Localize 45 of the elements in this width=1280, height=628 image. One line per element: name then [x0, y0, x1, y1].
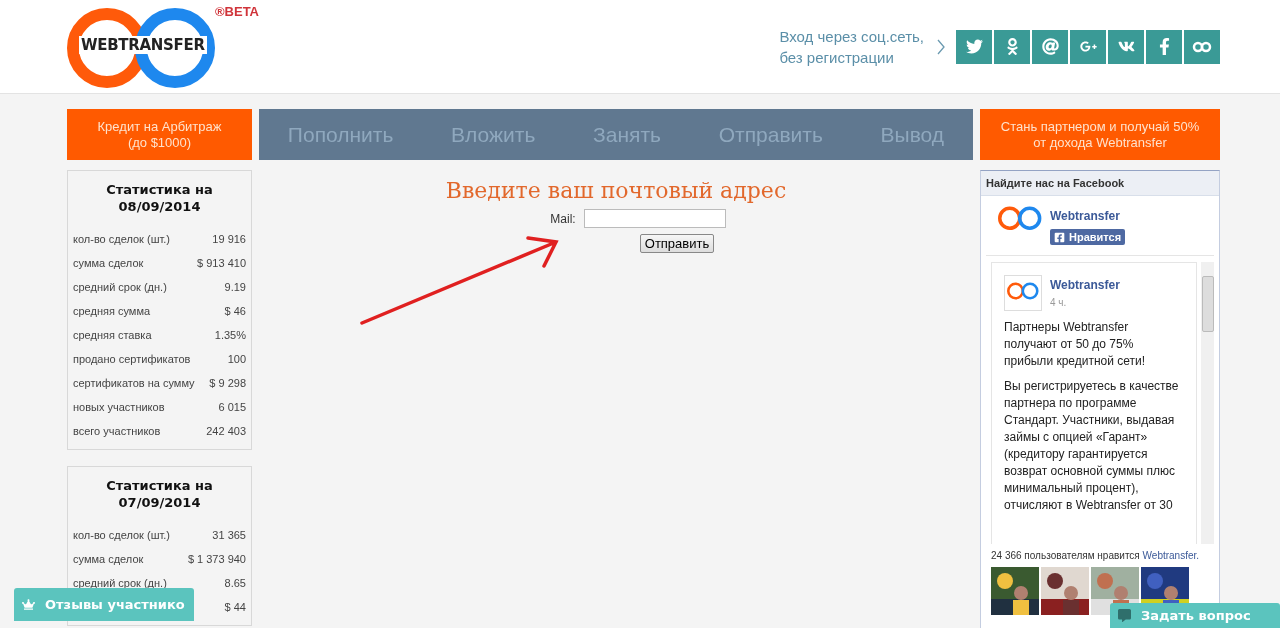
- post-text: Партнеры Webtransfer получают от 50 до 75% прибыли кредитной сети!: [1004, 318, 1147, 370]
- stats-label: продано сертификатов: [73, 353, 191, 365]
- stats-value: 31 365: [212, 529, 246, 541]
- like-button[interactable]: Нравится: [1050, 229, 1126, 245]
- stats-value: 9.19: [224, 281, 246, 293]
- stats-value: 100: [227, 353, 246, 365]
- stats-value: $ 44: [224, 601, 246, 613]
- stats-label: сумма сделок: [73, 553, 144, 565]
- post-author[interactable]: Webtransfer: [1050, 278, 1120, 292]
- page-link[interactable]: Webtransfer.: [1142, 550, 1200, 561]
- stats-label: новых участников: [73, 401, 165, 413]
- promo-banner[interactable]: Кредит на Арбитраж (до $1000): [67, 109, 252, 160]
- stats-label: средняя ставка: [73, 329, 152, 341]
- stats-label: кол-во сделок (шт.): [73, 529, 170, 541]
- post-time: 4 ч.: [1050, 297, 1068, 308]
- stats-label: сумма сделок: [73, 257, 144, 269]
- form-title: Введите ваш почтовый адрес: [445, 178, 787, 203]
- post-text: Вы регистрируетесь в качестве партнера по программе Стандарт. Участники, выдавая займы с опцией «Гарант» (кредитору гарантируется возврат основной суммы плюс минимальный процент), отчисляют в Webtransfer от 30: [1004, 377, 1180, 514]
- stats-label: всего участников: [73, 425, 161, 437]
- stats-label: сертификатов на сумму: [73, 377, 195, 389]
- stats-label: кол-во сделок (шт.): [73, 233, 170, 245]
- mail-label: Mail:: [550, 211, 576, 226]
- stats-value: 1.35%: [214, 329, 246, 341]
- stats-label: средний срок (дн.): [73, 281, 167, 293]
- stats-label: средняя сумма: [73, 305, 151, 317]
- stats-value: $ 46: [224, 305, 246, 317]
- beta-label: ®BETA: [215, 4, 259, 19]
- widget-header: Найдите нас на Facebook: [981, 171, 1219, 196]
- stats-title: Статистика на 07/09/2014: [105, 477, 214, 511]
- stats-value: $ 913 410: [197, 257, 246, 269]
- stats-value: 8.65: [224, 577, 246, 589]
- feedback-tab[interactable]: Отзывы участнико: [14, 588, 194, 621]
- logo-text: WEBTRANSFER: [79, 36, 207, 54]
- stats-value: $ 9 298: [209, 377, 246, 389]
- submit-button[interactable]: Отправить: [639, 234, 715, 253]
- stats-value: 19 916: [212, 233, 246, 245]
- social-login-text: Вход через соц.сеть, без регистрации: [779, 26, 924, 68]
- stats-value: $ 1 373 940: [187, 553, 246, 565]
- stats-value: 242 403: [206, 425, 246, 437]
- ask-question-tab[interactable]: Задать вопрос: [1110, 603, 1280, 628]
- stats-value: 6 015: [218, 401, 246, 413]
- likes-text: 24 366 пользователям нравится Webtransfer.: [990, 549, 1201, 563]
- promo-banner[interactable]: Стань партнером и получай 50% от дохода Webtransfer: [980, 109, 1220, 160]
- page-name[interactable]: Webtransfer: [1050, 209, 1120, 223]
- stats-title: Статистика на 08/09/2014: [105, 181, 214, 215]
